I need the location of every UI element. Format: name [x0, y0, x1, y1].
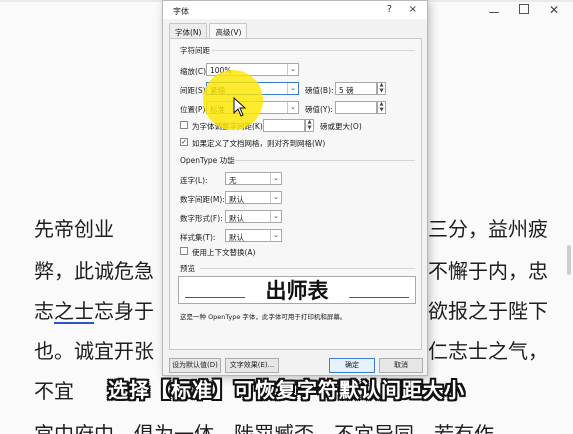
set-default-button[interactable]: 设为默认值(D) — [169, 358, 221, 373]
preview-box: 出师表 — [178, 276, 416, 304]
chevron-down-icon: ⌄ — [270, 211, 281, 222]
divider — [228, 160, 415, 161]
chevron-down-icon: ⌄ — [287, 83, 298, 94]
grid-checkbox[interactable]: ✓ — [180, 138, 188, 146]
contextual-label: 使用上下文替换(A) — [192, 248, 256, 257]
chevron-down-icon: ⌄ — [270, 173, 281, 184]
close-icon[interactable]: ✕ — [549, 4, 559, 22]
mouse-pointer-icon — [233, 97, 247, 117]
minimize-icon[interactable] — [488, 12, 499, 22]
stylistic-dropdown[interactable]: 默认 ⌄ — [225, 229, 282, 242]
dialog-title: 字体 — [173, 7, 189, 16]
num-spacing-value: 默认 — [229, 195, 244, 204]
document-line-left-2: 弊，此诚危急 — [34, 259, 154, 283]
chevron-down-icon: ⌄ — [287, 64, 298, 75]
text-effects-button[interactable]: 文字效果(E)... — [225, 358, 279, 373]
document-line-right-2: 不懈于内，忠 — [428, 259, 548, 283]
position-by-input[interactable] — [335, 101, 377, 114]
scale-label: 缩放(C): — [180, 67, 209, 76]
font-dialog: 字体 ? × 字体(N) 高级(V) 字符间距 缩放(C): 100% ⌄ 间距… — [162, 0, 428, 376]
num-spacing-dropdown[interactable]: 默认 ⌄ — [225, 191, 282, 204]
divider — [200, 268, 415, 269]
document-line-left-4: 也。诚宜开张 — [34, 339, 154, 363]
help-icon[interactable]: ? — [387, 4, 392, 15]
tab-advanced[interactable]: 高级(V) — [209, 23, 248, 39]
num-forms-value: 默认 — [229, 214, 244, 223]
stepper-down-icon[interactable]: ▼ — [378, 89, 385, 94]
kerning-suffix: 磅或更大(O) — [320, 122, 362, 131]
spacing-by-label: 磅值(B): — [305, 86, 334, 95]
grid-label: 如果定义了文档网格，则对齐到网格(W) — [192, 139, 326, 148]
ok-button[interactable]: 确定 — [329, 358, 375, 373]
divider — [212, 50, 415, 51]
tutorial-caption: 选择【标准】可恢复字符默认间距大小 — [108, 378, 465, 402]
kerning-checkbox[interactable] — [180, 121, 188, 129]
stepper-down-icon[interactable]: ▼ — [378, 108, 385, 113]
spacing-by-stepper[interactable]: ▲ ▼ — [377, 82, 386, 95]
document-line-right-3: 欲报之于陛下 — [428, 299, 548, 323]
section-char-spacing: 字符间距 — [180, 46, 210, 55]
chevron-down-icon: ⌄ — [287, 102, 298, 113]
kerning-stepper[interactable]: ▲ ▼ — [305, 119, 314, 132]
maximize-icon[interactable] — [518, 4, 529, 14]
vertical-scrollbar[interactable] — [565, 40, 571, 340]
section-preview: 预览 — [180, 264, 195, 273]
document-line-left-3: 志之士忘身于 — [34, 299, 154, 323]
chevron-down-icon: ⌄ — [270, 230, 281, 241]
underlined-text: 之士 — [54, 299, 94, 323]
cancel-button[interactable]: 取消 — [379, 358, 423, 373]
tab-font[interactable]: 字体(N) — [169, 23, 208, 39]
ligatures-label: 连字(L): — [180, 176, 208, 185]
spacing-by-input[interactable]: 5 磅 — [335, 82, 377, 95]
scrollbar-thumb[interactable] — [567, 245, 571, 275]
dialog-tabs: 字体(N) 高级(V) — [169, 23, 249, 39]
document-line-right-4: 仁志士之气， — [428, 339, 548, 363]
dialog-close-icon[interactable]: × — [409, 4, 417, 15]
document-line-left-6: 宫中府中，俱为一体，陟罚臧否，不宜异同，若有作 — [34, 422, 494, 434]
window-controls: ✕ — [428, 0, 573, 22]
num-forms-label: 数字形式(F): — [180, 214, 223, 223]
ligatures-dropdown[interactable]: 无 ⌄ — [225, 172, 282, 185]
position-by-label: 磅值(Y): — [305, 105, 333, 114]
stepper-down-icon[interactable]: ▼ — [306, 126, 313, 131]
stylistic-label: 样式集(T): — [180, 233, 216, 242]
preview-sample: 出师表 — [265, 279, 329, 303]
document-line-left-1: 先帝创业 — [34, 217, 114, 241]
section-opentype: OpenType 功能 — [180, 156, 235, 165]
position-by-stepper[interactable]: ▲ ▼ — [377, 101, 386, 114]
num-forms-dropdown[interactable]: 默认 ⌄ — [225, 210, 282, 223]
dialog-titlebar[interactable]: 字体 ? × — [163, 1, 427, 19]
chevron-down-icon: ⌄ — [270, 192, 281, 203]
kerning-input[interactable] — [263, 119, 305, 132]
document-line-right-1: 三分，益州疲 — [428, 217, 548, 241]
preview-note: 这是一种 OpenType 字体，此字体可用于打印机和屏幕。 — [180, 313, 347, 321]
contextual-checkbox[interactable] — [180, 247, 188, 255]
stylistic-value: 默认 — [229, 233, 244, 242]
ligatures-value: 无 — [229, 176, 237, 185]
num-spacing-label: 数字间距(M): — [180, 195, 225, 204]
